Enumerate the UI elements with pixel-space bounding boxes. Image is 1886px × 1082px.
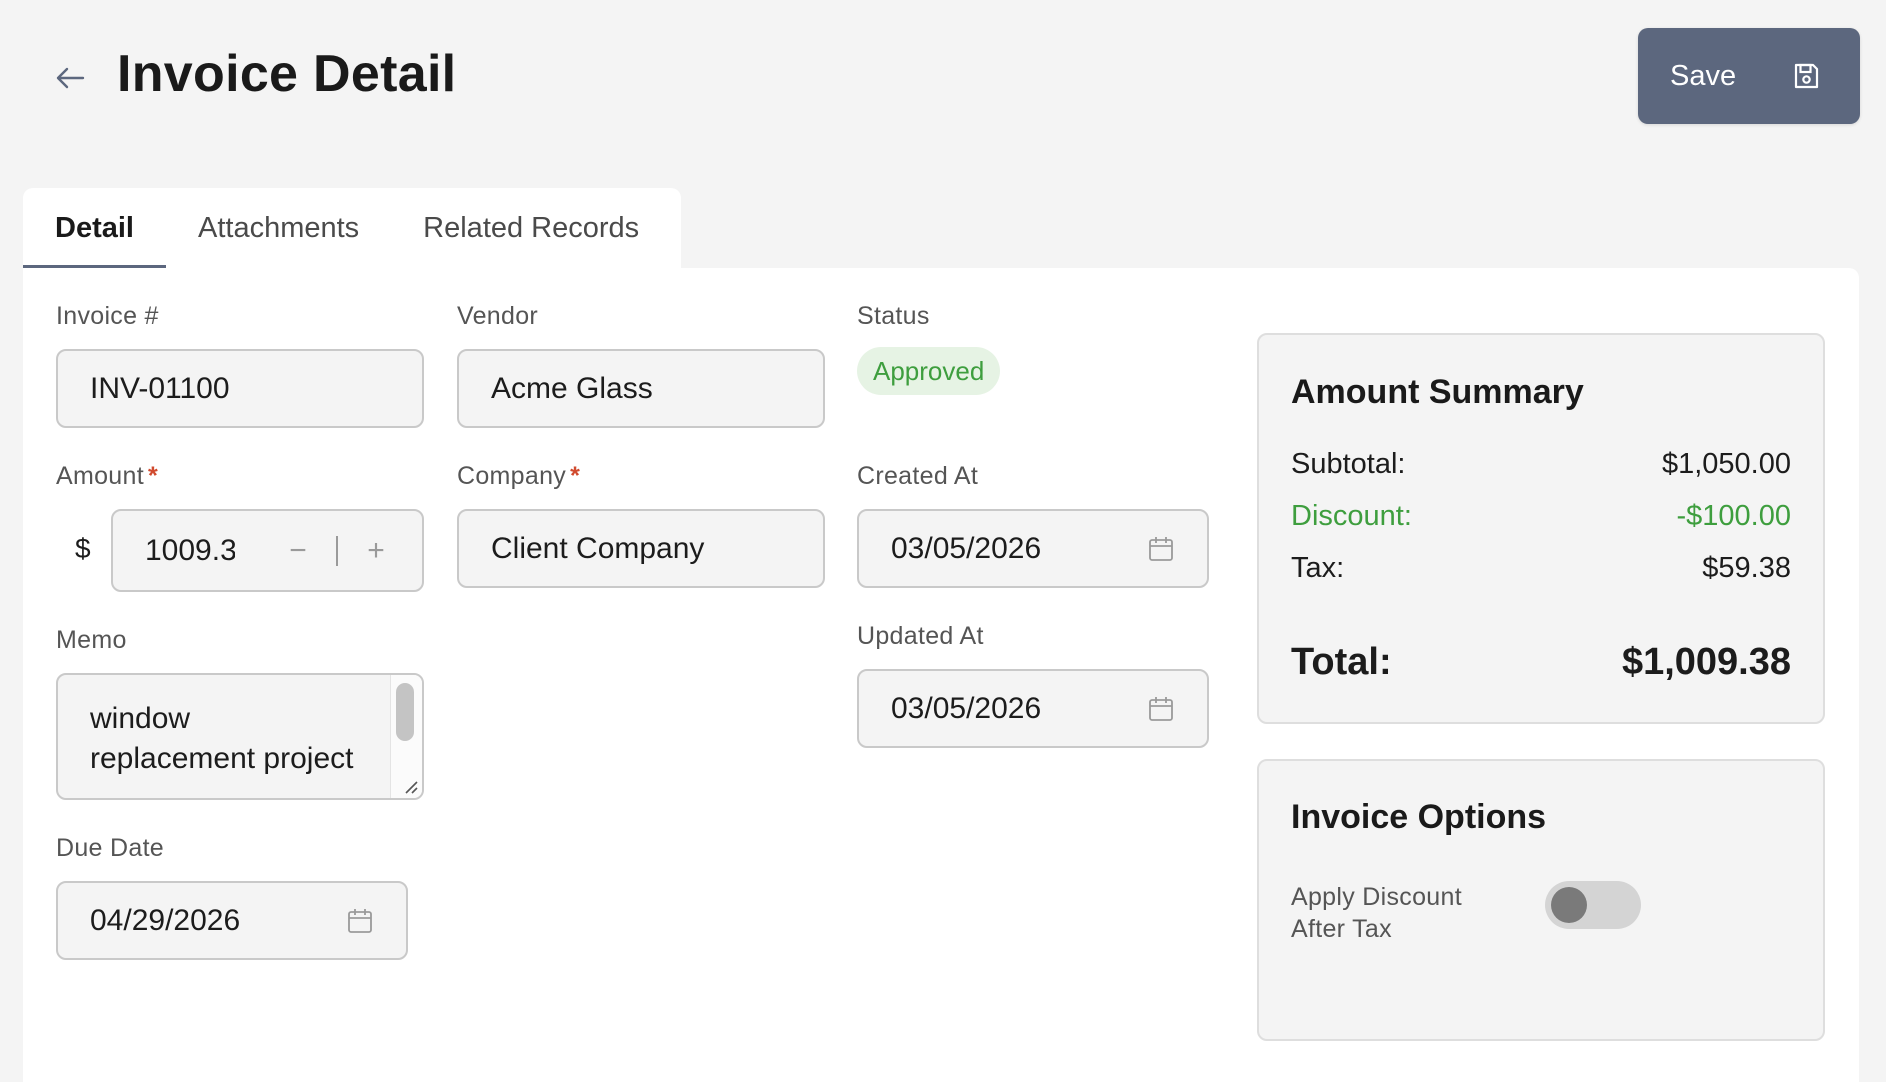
memo-value: window replacement project: [90, 702, 354, 775]
invoice-options-panel: Invoice Options Apply Discount After Tax: [1257, 759, 1825, 1041]
created-at-value: 03/05/2026: [891, 531, 1042, 565]
currency-symbol: $: [75, 533, 91, 564]
apply-discount-after-tax-label: Apply Discount After Tax: [1291, 883, 1462, 943]
tab-detail[interactable]: Detail: [23, 188, 166, 268]
discount-label: Discount:: [1291, 500, 1412, 532]
amount-label: Amount *: [56, 462, 158, 491]
subtotal-label: Subtotal:: [1291, 448, 1406, 480]
invoice-options-title: Invoice Options: [1291, 798, 1547, 836]
tax-value: $59.38: [1702, 552, 1791, 584]
created-at-field[interactable]: 03/05/2026: [857, 509, 1209, 588]
amount-label-text: Amount: [56, 462, 144, 490]
tab-label: Attachments: [197, 211, 360, 244]
amount-summary-title: Amount Summary: [1291, 373, 1584, 411]
arrow-left-icon: [55, 66, 85, 90]
stepper-divider: [336, 535, 338, 566]
status-badge: Approved: [857, 347, 1001, 395]
status-label: Status: [857, 302, 930, 330]
vendor-label: Vendor: [457, 302, 539, 330]
vendor-field[interactable]: Acme Glass: [457, 349, 825, 428]
vendor-value: Acme Glass: [491, 371, 653, 405]
invoice-number-value: INV-01100: [90, 371, 230, 405]
amount-stepper[interactable]: 1009.3 − +: [111, 509, 424, 592]
updated-at-label: Updated At: [857, 622, 984, 650]
apply-discount-after-tax-toggle[interactable]: [1545, 881, 1641, 929]
save-button[interactable]: Save: [1638, 28, 1860, 124]
toggle-knob: [1551, 887, 1587, 923]
tab-label: Related Records: [423, 211, 640, 244]
required-asterisk: *: [147, 462, 158, 490]
amount-value: 1009.3: [145, 533, 235, 567]
company-label-text: Company: [457, 462, 567, 490]
updated-at-value: 03/05/2026: [891, 691, 1042, 725]
due-date-field[interactable]: 04/29/2026: [56, 881, 408, 960]
back-button[interactable]: [50, 58, 90, 98]
subtotal-value: $1,050.00: [1661, 448, 1791, 480]
tab-label: Detail: [55, 211, 134, 244]
calendar-icon[interactable]: [346, 907, 374, 935]
tax-label: Tax:: [1291, 552, 1345, 584]
memo-scrollbar-thumb[interactable]: [396, 683, 414, 741]
due-date-label: Due Date: [56, 834, 165, 862]
tax-row: Tax: $59.38: [1291, 552, 1791, 585]
discount-row: Discount: -$100.00: [1291, 500, 1791, 533]
invoice-number-field[interactable]: INV-01100: [56, 349, 424, 428]
increment-button[interactable]: +: [356, 534, 396, 568]
updated-at-field[interactable]: 03/05/2026: [857, 669, 1209, 748]
required-asterisk: *: [570, 462, 581, 490]
calendar-icon[interactable]: [1147, 695, 1175, 723]
created-at-label: Created At: [857, 462, 979, 490]
memo-textarea[interactable]: window replacement project: [56, 673, 424, 800]
due-date-value: 04/29/2026: [90, 903, 241, 937]
subtotal-row: Subtotal: $1,050.00: [1291, 448, 1791, 481]
amount-summary-panel: Amount Summary Subtotal: $1,050.00 Disco…: [1257, 333, 1825, 724]
tab-bar: Detail Attachments Related Records: [23, 188, 682, 268]
discount-value: -$100.00: [1676, 500, 1792, 532]
memo-label: Memo: [56, 626, 127, 654]
resize-handle-icon[interactable]: [400, 776, 420, 796]
stepper-controls: − +: [278, 534, 396, 568]
company-field[interactable]: Client Company: [457, 509, 825, 588]
total-value: $1,009.38: [1621, 641, 1791, 683]
floppy-disk-icon: [1792, 62, 1820, 90]
page-title: Invoice Detail: [117, 45, 457, 103]
total-label: Total:: [1291, 641, 1392, 683]
save-button-label: Save: [1670, 59, 1737, 92]
company-label: Company *: [457, 462, 580, 491]
total-row: Total: $1,009.38: [1291, 641, 1791, 684]
calendar-icon[interactable]: [1147, 535, 1175, 563]
tab-attachments[interactable]: Attachments: [166, 188, 391, 268]
invoice-number-label: Invoice #: [56, 302, 159, 330]
tab-related-records[interactable]: Related Records: [391, 188, 671, 268]
company-value: Client Company: [491, 531, 705, 565]
decrement-button[interactable]: −: [278, 534, 318, 568]
